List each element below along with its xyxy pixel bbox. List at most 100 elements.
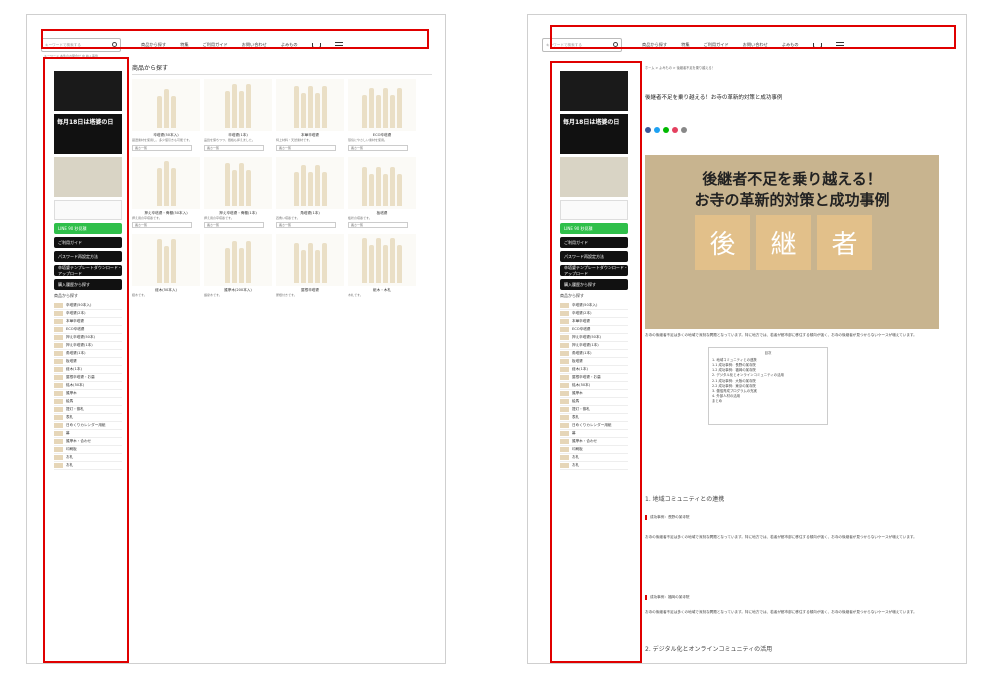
sidebar-category[interactable]: 護摩木 xyxy=(560,390,628,398)
toc-item[interactable]: まとめ xyxy=(712,399,824,404)
length-select[interactable]: 長さ一覧 xyxy=(276,222,336,229)
sidebar-category[interactable]: 経木(1本) xyxy=(54,366,122,374)
nav-features-right[interactable]: 特集 xyxy=(681,42,689,48)
sidebar-category[interactable]: 卒塔婆(50本入) xyxy=(560,302,628,310)
sidebar-category[interactable]: 護摩木・合わせ xyxy=(560,438,628,446)
product-card[interactable]: 板塔婆 板状の塔婆です。 長さ一覧 xyxy=(348,156,416,229)
product-card[interactable]: 角塔婆(1本) 四角い塔婆です。 長さ一覧 xyxy=(276,156,344,229)
product-card[interactable]: ECO卒塔婆 環境にやさしい素材を使用。 長さ一覧 xyxy=(348,79,416,151)
search-icon[interactable] xyxy=(112,42,117,47)
sidebar-category[interactable]: 屋根卒塔婆・お墓 xyxy=(54,374,122,382)
sidebar-category[interactable]: 屋根卒塔婆・お墓 xyxy=(560,374,628,382)
guide-button[interactable]: ご利用ガイド xyxy=(54,237,122,248)
template-button[interactable]: 卒塔婆テンプレートダウンロード・アップロード xyxy=(54,265,122,276)
sidebar-category[interactable]: 卒塔婆(2本) xyxy=(560,310,628,318)
cart-icon[interactable] xyxy=(311,42,321,48)
search-input-right[interactable]: キーワードで検索する xyxy=(542,38,622,52)
product-name[interactable]: 板塔婆 xyxy=(348,211,416,216)
product-card[interactable]: 卒塔婆(50本入) 厳選素材を使用し、多少値引きも可能です。 長さ一覧 xyxy=(132,79,200,151)
sidebar-category[interactable]: 板塔婆 xyxy=(560,358,628,366)
sidebar-category[interactable]: 印刷板 xyxy=(54,446,122,454)
product-image[interactable] xyxy=(204,234,272,287)
product-image[interactable] xyxy=(276,234,344,287)
nav-reading[interactable]: よみもの xyxy=(281,42,298,48)
sidebar-category[interactable]: 日めくりカレンダー用紙 xyxy=(54,422,122,430)
sidebar-category[interactable]: 押え卒塔婆(1本) xyxy=(560,342,628,350)
product-card[interactable]: 経木(50本入) 経木です。 xyxy=(132,234,200,298)
nav-guide[interactable]: ご利用ガイド xyxy=(203,42,228,48)
length-select[interactable]: 長さ一覧 xyxy=(348,222,408,229)
sidebar-category[interactable]: お札 xyxy=(560,462,628,470)
menu-icon[interactable] xyxy=(835,42,844,48)
history-button[interactable]: 購入履歴から探す xyxy=(54,279,122,290)
sidebar-category[interactable]: 幕 xyxy=(560,430,628,438)
sidebar-category[interactable]: ECO卒塔婆 xyxy=(560,326,628,334)
product-card[interactable]: 卒塔婆(1本) 品質を保ちつつ、価格も抑えました。 長さ一覧 xyxy=(204,79,272,151)
product-name[interactable]: 押え卒塔婆・骨棚(50本入) xyxy=(132,211,200,216)
product-image[interactable] xyxy=(348,79,416,131)
nav-contact[interactable]: お問い合わせ xyxy=(242,42,267,48)
history-button-right[interactable]: 購入履歴から探す xyxy=(560,279,628,290)
sidebar-category[interactable]: 表札 xyxy=(54,414,122,422)
cart-icon[interactable] xyxy=(812,42,822,48)
length-select[interactable]: 長さ一覧 xyxy=(204,222,264,229)
sidebar-category[interactable]: お札 xyxy=(560,454,628,462)
banner-screen[interactable] xyxy=(54,157,122,197)
sidebar-category[interactable]: 板塔婆 xyxy=(54,358,122,366)
sidebar-category[interactable]: 絵馬 xyxy=(54,398,122,406)
sidebar-category[interactable]: 日めくりカレンダー用紙 xyxy=(560,422,628,430)
sidebar-category[interactable]: ECO卒塔婆 xyxy=(54,326,122,334)
product-card[interactable]: 護摩木(200本入) 護摩木です。 xyxy=(204,234,272,298)
sidebar-category[interactable]: 経木(1本) xyxy=(560,366,628,374)
product-card[interactable]: 本華卒塔婆 特上材料・天然素材です。 長さ一覧 xyxy=(276,79,344,151)
sidebar-category[interactable]: 本華卒塔婆 xyxy=(560,318,628,326)
copy-icon[interactable] xyxy=(681,127,687,133)
banner-screen-right[interactable] xyxy=(560,157,628,197)
sidebar-category[interactable]: 本華卒塔婆 xyxy=(54,318,122,326)
nav-reading-right[interactable]: よみもの xyxy=(782,42,799,48)
template-button-right[interactable]: 卒塔婆テンプレートダウンロード・アップロード xyxy=(560,265,628,276)
nav-guide-right[interactable]: ご利用ガイド xyxy=(704,42,729,48)
nav-products[interactable]: 商品から探す xyxy=(141,42,166,48)
product-name[interactable]: 押え卒塔婆・骨棚(1本) xyxy=(204,211,272,216)
sidebar-category[interactable]: 幕 xyxy=(54,430,122,438)
sidebar-category[interactable]: 銘木(50本) xyxy=(560,382,628,390)
sidebar-category[interactable]: 卒塔婆(2本) xyxy=(54,310,122,318)
product-image[interactable] xyxy=(348,156,416,209)
product-card[interactable]: 紙木・木札 木札です。 xyxy=(348,234,416,298)
sidebar-category[interactable]: 印刷板 xyxy=(560,446,628,454)
banner-campaign[interactable] xyxy=(54,71,122,111)
sidebar-category[interactable]: 銘木(50本) xyxy=(54,382,122,390)
sidebar-category[interactable]: 押え卒塔婆(50本) xyxy=(54,334,122,342)
product-image[interactable] xyxy=(132,234,200,287)
product-image[interactable] xyxy=(132,156,200,209)
product-image[interactable] xyxy=(348,234,416,287)
product-card[interactable]: 押え卒塔婆・骨棚(1本) 押え用の卒塔婆です。 長さ一覧 xyxy=(204,156,272,229)
sidebar-category[interactable]: 護摩木 xyxy=(54,390,122,398)
facebook-icon[interactable] xyxy=(645,127,651,133)
sidebar-category[interactable]: 表札 xyxy=(560,414,628,422)
sidebar-category[interactable]: 絵馬 xyxy=(560,398,628,406)
sidebar-category[interactable]: 角塔婆(1本) xyxy=(54,350,122,358)
password-button[interactable]: パスワード再設定方法 xyxy=(54,251,122,262)
banner-toba-day-right[interactable]: 毎月18日は塔婆の日 xyxy=(560,114,628,154)
nav-products-right[interactable]: 商品から探す xyxy=(642,42,667,48)
search-input[interactable]: キーワードで検索する キーワード 本件のお問合せ 中 納入事例 xyxy=(41,38,121,58)
product-image[interactable] xyxy=(276,156,344,209)
product-card[interactable]: 押え卒塔婆・骨棚(50本入) 押え用の卒塔婆です。 長さ一覧 xyxy=(132,156,200,229)
product-image[interactable] xyxy=(132,79,200,131)
product-card[interactable]: 屋根卒塔婆 屋根付きです。 xyxy=(276,234,344,298)
line-icon[interactable] xyxy=(663,127,669,133)
product-image[interactable] xyxy=(276,79,344,131)
menu-icon[interactable] xyxy=(334,42,343,48)
sidebar-category[interactable]: 護摩木・合わせ xyxy=(54,438,122,446)
product-image[interactable] xyxy=(204,156,272,209)
length-select[interactable]: 長さ一覧 xyxy=(132,222,192,229)
search-icon[interactable] xyxy=(613,42,618,47)
sidebar-category[interactable]: お札 xyxy=(54,454,122,462)
line-button[interactable]: LINE 90 秒見積 xyxy=(54,223,122,234)
product-name[interactable]: 角塔婆(1本) xyxy=(276,211,344,216)
pocket-icon[interactable] xyxy=(672,127,678,133)
length-select[interactable]: 長さ一覧 xyxy=(204,144,264,151)
sidebar-category[interactable]: 押え卒塔婆(1本) xyxy=(54,342,122,350)
